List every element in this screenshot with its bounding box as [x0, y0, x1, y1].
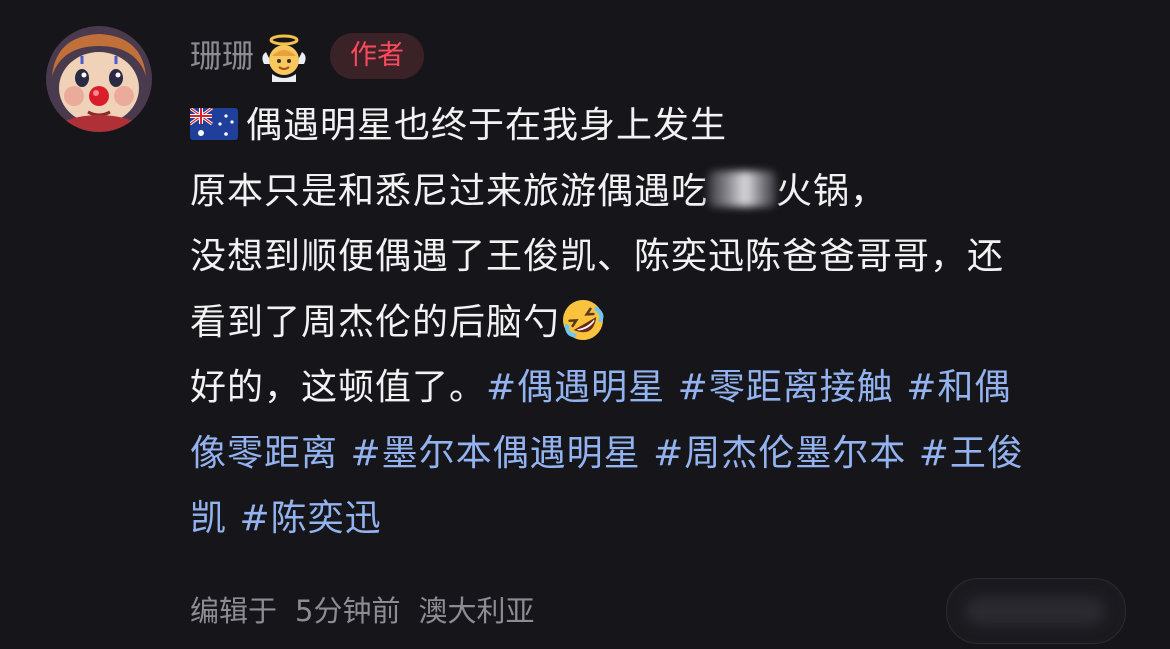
content-line-5: 好的，这顿值了。#偶遇明星 #零距离接触 #和偶: [190, 355, 1130, 421]
australia-flag-icon: [190, 108, 238, 140]
hashtag-link[interactable]: 像零距离: [190, 433, 338, 474]
edited-label: 编辑于: [190, 594, 278, 628]
hashtag-link[interactable]: 凯: [190, 498, 227, 539]
content-line-7: 凯 #陈奕迅: [190, 486, 1130, 552]
username[interactable]: 珊珊: [190, 28, 254, 84]
hashtag-link[interactable]: #王俊: [919, 433, 1024, 474]
post-header: 珊珊 作者: [190, 28, 425, 84]
post-time: 5分钟前: [295, 594, 401, 628]
blurred-action-button[interactable]: [946, 578, 1126, 644]
angel-emoji-icon: [262, 34, 306, 82]
post-content: 偶遇明星也终于在我身上发生 原本只是和悉尼过来旅游偶遇吃 火锅， 没想到顺便偶遇了…: [190, 93, 1130, 552]
hashtag-link[interactable]: #零距离接触: [678, 367, 894, 408]
content-line-2: 原本只是和悉尼过来旅游偶遇吃 火锅，: [190, 159, 1130, 225]
hashtag-link[interactable]: #周杰伦墨尔本: [653, 433, 906, 474]
content-line-1: 偶遇明星也终于在我身上发生: [190, 93, 1130, 159]
post-line-1-text: 偶遇明星也终于在我身上发生: [246, 105, 728, 146]
hashtag-link[interactable]: #偶遇明星: [486, 367, 665, 408]
hashtag-link[interactable]: #墨尔本偶遇明星: [350, 433, 640, 474]
content-line-3: 没想到顺便偶遇了王俊凯、陈奕迅陈爸爸哥哥，还: [190, 224, 1130, 290]
clown-doll-avatar-icon: [46, 26, 152, 132]
content-line-6: 像零距离 #墨尔本偶遇明星 #周杰伦墨尔本 #王俊: [190, 421, 1130, 487]
post-line-4-text: 看到了周杰伦的后脑勺: [190, 301, 561, 343]
post-line-2-before: 原本只是和悉尼过来旅游偶遇吃: [190, 170, 709, 212]
hashtag-link[interactable]: #陈奕迅: [239, 498, 381, 539]
user-avatar[interactable]: [46, 26, 152, 132]
post-meta: 编辑于 5分钟前 澳大利亚: [190, 588, 552, 634]
blurred-text: [708, 170, 777, 207]
post-line-2-after: 火锅，: [776, 170, 888, 212]
author-badge: 作者: [330, 33, 425, 79]
content-line-4: 看到了周杰伦的后脑勺: [190, 290, 1130, 356]
post-location: 澳大利亚: [418, 594, 535, 628]
post-line-5-text: 好的，这顿值了。: [190, 367, 487, 408]
post-card: 珊珊 作者 偶遇明星也终于在我身上发生 原本只是和悉尼过来旅游偶遇吃 火锅， 没…: [0, 0, 1170, 649]
post-line-3-text: 没想到顺便偶遇了王俊凯、陈奕迅陈爸爸哥哥，还: [190, 236, 1005, 277]
hashtag-link[interactable]: #和偶: [906, 367, 1011, 408]
blurred-action-content: [965, 597, 1105, 625]
rolling-laughing-emoji-icon: [563, 299, 604, 340]
